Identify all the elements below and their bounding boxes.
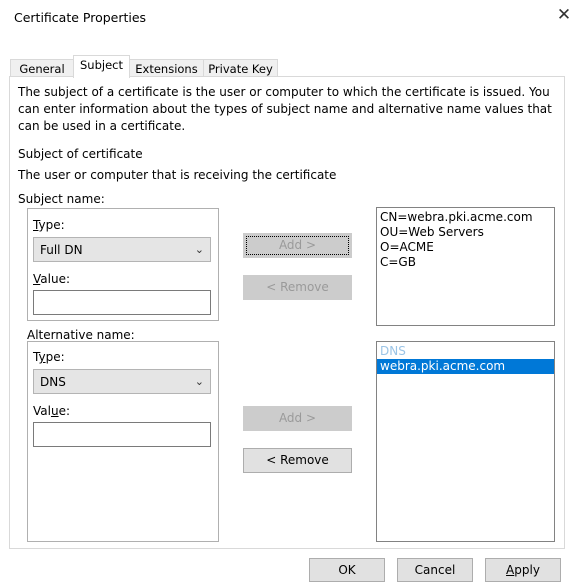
tab-private-key[interactable]: Private Key (203, 59, 278, 77)
subject-type-select[interactable]: Full DN ⌄ (33, 237, 211, 262)
tab-extensions[interactable]: Extensions (129, 59, 204, 77)
list-item[interactable]: OU=Web Servers (377, 225, 554, 240)
subject-type-label: Type: (33, 218, 65, 232)
list-item[interactable]: CN=webra.pki.acme.com (377, 210, 554, 225)
close-icon[interactable]: ✕ (554, 4, 574, 26)
subject-name-list[interactable]: CN=webra.pki.acme.com OU=Web Servers O=A… (376, 207, 555, 326)
subject-heading: Subject of certificate (18, 147, 143, 161)
subject-value-label: Value: (33, 272, 70, 286)
alt-add-button[interactable]: Add > (243, 406, 352, 431)
chevron-down-icon: ⌄ (194, 243, 204, 256)
alt-type-label: Type: (33, 350, 65, 364)
list-group-header: DNS (380, 344, 406, 358)
alt-value-label: Value: (33, 404, 71, 418)
apply-button[interactable]: Apply (485, 558, 561, 582)
cancel-button[interactable]: Cancel (397, 558, 473, 582)
list-item[interactable]: webra.pki.acme.com (377, 359, 554, 374)
subject-name-label: Subject name: (18, 192, 105, 206)
subject-type-value: Full DN (40, 243, 83, 257)
intro-line-1: The subject of a certificate is the user… (18, 85, 550, 99)
alt-type-value: DNS (40, 375, 66, 389)
tab-subject[interactable]: Subject (73, 55, 130, 78)
ok-button[interactable]: OK (309, 558, 385, 582)
window-title: Certificate Properties (14, 10, 147, 25)
alternative-name-list[interactable]: DNS webra.pki.acme.com (376, 341, 555, 542)
list-item[interactable]: O=ACME (377, 240, 554, 255)
chevron-down-icon: ⌄ (194, 375, 204, 388)
alt-type-select[interactable]: DNS ⌄ (33, 369, 211, 394)
subject-value-input[interactable] (33, 290, 211, 315)
tab-general[interactable]: General (10, 59, 74, 77)
alt-value-input[interactable] (33, 422, 211, 447)
list-item[interactable]: C=GB (377, 255, 554, 270)
subject-add-button[interactable]: Add > (243, 233, 352, 258)
intro-line-2: can enter information about the types of… (18, 102, 552, 116)
subject-remove-button[interactable]: < Remove (243, 275, 352, 300)
subject-description: The user or computer that is receiving t… (18, 168, 337, 182)
intro-line-3: can be used in a certificate. (18, 119, 186, 133)
alt-remove-button[interactable]: < Remove (243, 448, 352, 473)
